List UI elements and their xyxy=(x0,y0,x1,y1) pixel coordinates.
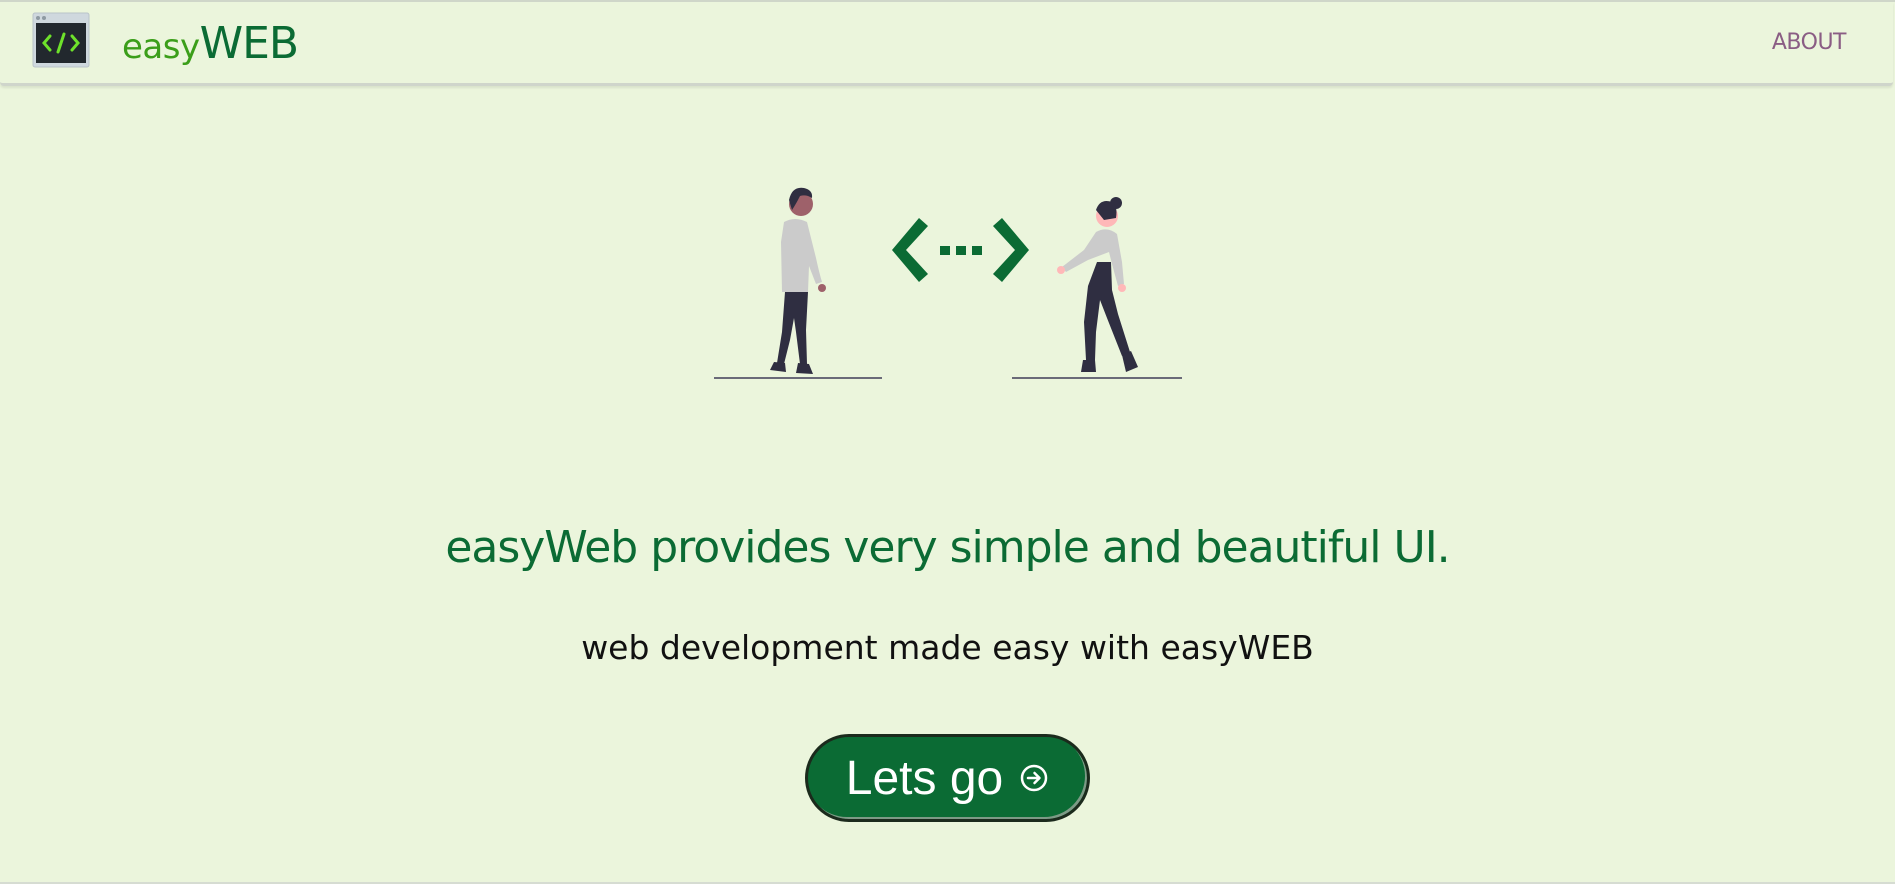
lets-go-button[interactable]: Lets go xyxy=(805,734,1090,822)
man-figure xyxy=(770,187,826,374)
brand-logo-text[interactable]: easyWEB xyxy=(122,14,299,74)
arrow-right-circle-icon xyxy=(1020,764,1048,792)
nav-about-link[interactable]: ABOUT xyxy=(1772,30,1847,55)
hero-illustration xyxy=(714,187,1182,379)
code-brackets-graphic xyxy=(892,218,1029,282)
code-window-icon[interactable] xyxy=(32,12,90,68)
navbar: easyWEB ABOUT xyxy=(0,2,1893,86)
brand-prefix: easy xyxy=(122,27,200,67)
brand-suffix: WEB xyxy=(199,18,299,69)
lets-go-label: Lets go xyxy=(845,751,1004,805)
hero-subtitle: web development made easy with easyWEB xyxy=(581,628,1314,667)
hero-title: easyWeb provides very simple and beautif… xyxy=(445,522,1450,573)
page: easyWEB ABOUT easyWeb provides very simp… xyxy=(0,0,1895,884)
woman-figure xyxy=(1057,197,1138,372)
